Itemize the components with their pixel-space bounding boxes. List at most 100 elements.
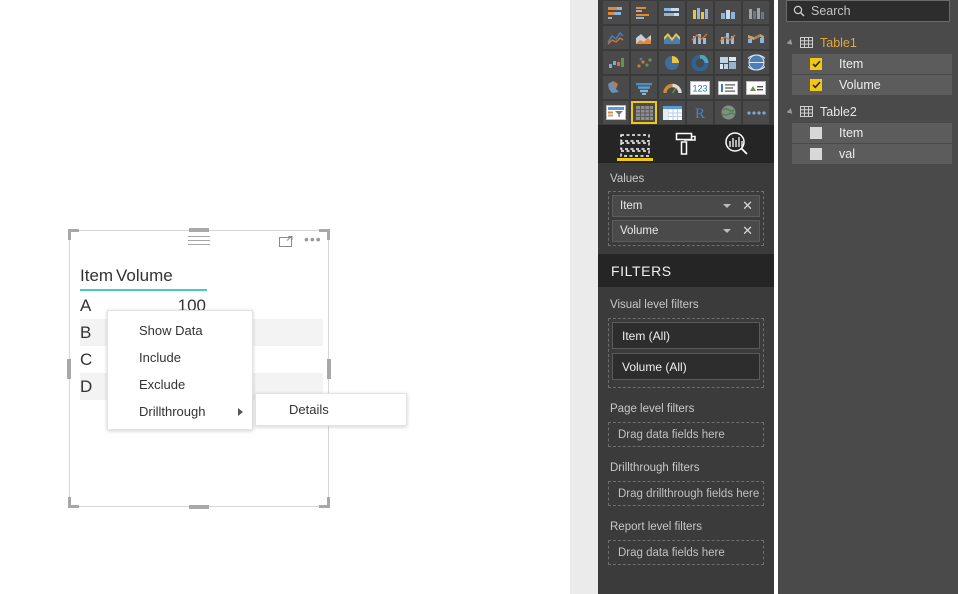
filled-map-icon[interactable]: [603, 76, 629, 99]
resize-handle-top[interactable]: [189, 228, 209, 232]
drillthrough-submenu[interactable]: Details: [255, 393, 407, 426]
line-chart-icon[interactable]: [603, 26, 629, 49]
values-well-label: Values: [610, 173, 645, 185]
map-icon[interactable]: [743, 51, 769, 74]
field-chip-item[interactable]: Item ✕: [612, 195, 760, 217]
submenu-item-details[interactable]: Details: [256, 399, 406, 420]
power-bi-report-view: ••• Item Volume A 100 B C D Show Data In…: [0, 0, 958, 594]
treemap-icon[interactable]: [715, 51, 741, 74]
field-item-table1-item[interactable]: Item: [792, 54, 952, 74]
slicer-icon[interactable]: [603, 101, 629, 124]
format-tab[interactable]: [666, 127, 706, 161]
matrix-icon[interactable]: [659, 101, 686, 124]
fields-search-box[interactable]: Search: [786, 0, 950, 22]
field-chip-label: Item: [620, 200, 643, 212]
r-script-visual-icon[interactable]: R: [687, 101, 714, 124]
drillthrough-filters-dropzone[interactable]: Drag drillthrough fields here: [608, 481, 764, 506]
card-icon[interactable]: 123: [687, 76, 713, 99]
more-visuals-icon[interactable]: [743, 101, 769, 124]
expand-collapse-icon[interactable]: [786, 107, 795, 116]
context-menu-item-show-data[interactable]: Show Data: [108, 317, 252, 344]
fields-search-placeholder: Search: [811, 4, 851, 18]
resize-handle-bottom[interactable]: [189, 505, 209, 509]
field-chip-label: Volume: [620, 225, 659, 237]
stacked-bar-chart-icon[interactable]: [603, 1, 629, 24]
drag-grip-icon[interactable]: [188, 236, 210, 245]
context-menu-item-include[interactable]: Include: [108, 344, 252, 371]
analytics-tab[interactable]: [717, 127, 757, 161]
scatter-chart-icon[interactable]: [631, 51, 657, 74]
gauge-chart-icon[interactable]: [659, 76, 685, 99]
funnel-chart-icon[interactable]: [631, 76, 657, 99]
arcgis-map-icon[interactable]: [715, 101, 741, 124]
resize-handle-top-left[interactable]: [68, 229, 79, 240]
fields-table-table2[interactable]: Table2: [778, 101, 958, 122]
ribbon-chart-icon[interactable]: [743, 26, 769, 49]
field-item-table1-volume[interactable]: Volume: [792, 75, 952, 95]
kpi-icon[interactable]: [743, 76, 769, 99]
chevron-down-icon[interactable]: [723, 204, 732, 208]
context-menu[interactable]: Show Data Include Exclude Drillthrough: [107, 310, 253, 430]
column-header-volume[interactable]: Volume: [116, 266, 206, 286]
resize-handle-right[interactable]: [327, 358, 331, 379]
line-and-clustered-column-chart-icon[interactable]: [715, 26, 741, 49]
table-grid-icon: [800, 106, 813, 117]
clustered-column-chart-icon[interactable]: [715, 1, 741, 24]
hundred-percent-stacked-bar-chart-icon[interactable]: [659, 1, 685, 24]
visualization-gallery: 123 R: [598, 0, 774, 125]
hundred-percent-stacked-column-chart-icon[interactable]: [743, 1, 769, 24]
stacked-column-chart-icon[interactable]: [687, 1, 713, 24]
expand-collapse-icon[interactable]: [786, 38, 795, 47]
stacked-area-chart-icon[interactable]: [659, 26, 685, 49]
field-checkbox-unchecked[interactable]: [810, 127, 822, 139]
report-level-filters-label: Report level filters: [610, 521, 703, 533]
dropzone-hint: Drag data fields here: [618, 546, 725, 559]
resize-handle-bottom-right[interactable]: [319, 497, 330, 508]
more-options-icon[interactable]: •••: [304, 232, 321, 247]
context-menu-item-label: Exclude: [139, 377, 186, 392]
fields-table-table1[interactable]: Table1: [778, 32, 958, 53]
context-menu-item-exclude[interactable]: Exclude: [108, 371, 252, 398]
table-icon[interactable]: [630, 101, 658, 124]
resize-handle-bottom-left[interactable]: [68, 497, 79, 508]
context-menu-item-label: Drillthrough: [139, 404, 206, 419]
fields-tab[interactable]: [615, 127, 655, 161]
remove-field-icon[interactable]: ✕: [740, 199, 755, 212]
visual-level-filters-dropzone[interactable]: Item (All) Volume (All): [608, 318, 764, 388]
context-menu-item-drillthrough[interactable]: Drillthrough: [108, 398, 252, 425]
visualization-pane-tabs: [598, 125, 774, 163]
resize-handle-left[interactable]: [67, 358, 71, 379]
report-level-filters-dropzone[interactable]: Drag data fields here: [608, 540, 764, 565]
fields-tree: Table1 Item Volume Table2 Item val: [778, 32, 958, 164]
values-dropzone[interactable]: Item ✕ Volume ✕: [608, 191, 764, 246]
field-checkbox-unchecked[interactable]: [810, 148, 822, 160]
filter-chip-volume[interactable]: Volume (All): [612, 353, 760, 380]
field-chip-volume[interactable]: Volume ✕: [612, 220, 760, 242]
focus-mode-icon[interactable]: [279, 235, 293, 247]
table-header-row: Item Volume: [80, 256, 323, 286]
filter-chip-item[interactable]: Item (All): [612, 322, 760, 349]
remove-field-icon[interactable]: ✕: [740, 224, 755, 237]
filters-header: FILTERS: [598, 254, 774, 287]
donut-chart-icon[interactable]: [687, 51, 713, 74]
table-header-underline: [80, 289, 207, 291]
resize-handle-top-right[interactable]: [319, 229, 330, 240]
column-header-item[interactable]: Item: [80, 266, 116, 286]
context-menu-item-label: Show Data: [139, 323, 203, 338]
multi-row-card-icon[interactable]: [715, 76, 741, 99]
field-checkbox-checked[interactable]: [810, 79, 822, 91]
line-and-stacked-column-chart-icon[interactable]: [687, 26, 713, 49]
field-item-table2-item[interactable]: Item: [792, 123, 952, 143]
waterfall-chart-icon[interactable]: [603, 51, 629, 74]
pie-chart-icon[interactable]: [659, 51, 685, 74]
page-level-filters-dropzone[interactable]: Drag data fields here: [608, 422, 764, 447]
clustered-bar-chart-icon[interactable]: [631, 1, 657, 24]
field-checkbox-checked[interactable]: [810, 58, 822, 70]
area-chart-icon[interactable]: [631, 26, 657, 49]
chevron-down-icon[interactable]: [723, 229, 732, 233]
fields-tab-active-underline: [617, 158, 654, 161]
submenu-item-label: Details: [289, 402, 329, 417]
visual-header: •••: [69, 230, 329, 250]
field-item-table2-val[interactable]: val: [792, 144, 952, 164]
